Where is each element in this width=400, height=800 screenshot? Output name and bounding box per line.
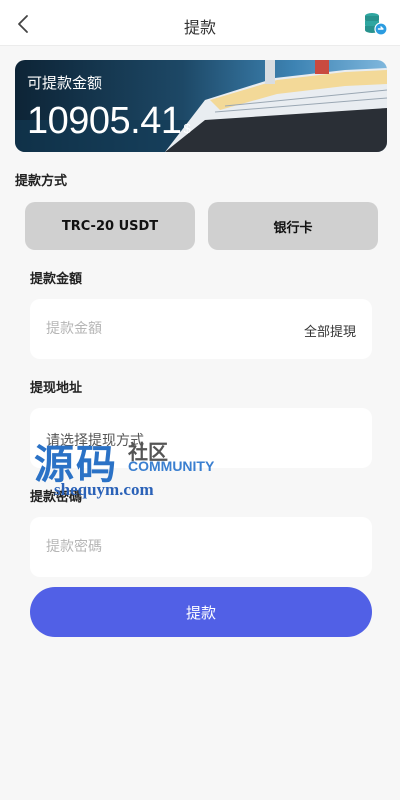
balance-label: 可提款金额 xyxy=(27,74,103,92)
amount-input[interactable] xyxy=(46,299,286,359)
method-usdt-button[interactable]: TRC-20 USDT xyxy=(25,202,195,250)
amount-title: 提款金額 xyxy=(30,272,83,287)
balance-value: 10905.41 xyxy=(27,100,182,142)
address-select[interactable]: 请选择提现方式 xyxy=(46,430,144,450)
balance-currency: $ xyxy=(183,121,191,136)
password-input[interactable] xyxy=(46,517,286,577)
coin-button[interactable] xyxy=(362,10,388,36)
page-title: 提款 xyxy=(183,18,216,37)
password-field xyxy=(30,517,372,577)
amount-field: 全部提現 xyxy=(30,299,372,359)
password-title: 提款密碼 xyxy=(30,490,83,505)
address-field[interactable]: 请选择提现方式 xyxy=(30,408,372,468)
method-title: 提款方式 xyxy=(15,174,68,189)
withdraw-all-link[interactable]: 全部提現 xyxy=(304,321,356,340)
address-title: 提现地址 xyxy=(30,381,83,396)
balance-banner: 可提款金额 10905.41 $ xyxy=(15,60,387,152)
method-bank-card-button[interactable]: 银行卡 xyxy=(208,202,378,250)
submit-button[interactable]: 提款 xyxy=(30,587,372,637)
top-bar: 提款 xyxy=(0,0,400,46)
balance-amount: 10905.41 $ xyxy=(27,100,191,143)
coin-stack-icon xyxy=(365,13,388,36)
